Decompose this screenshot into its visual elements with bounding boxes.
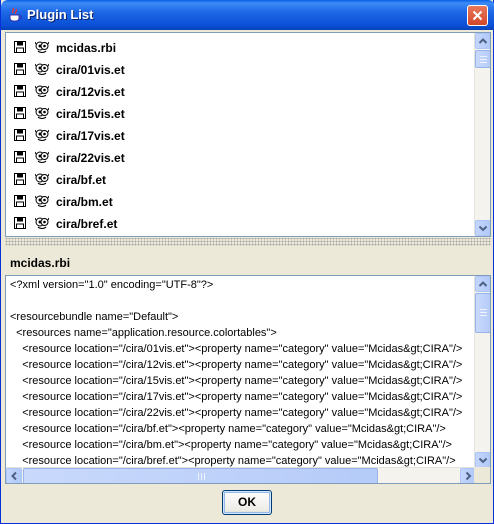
list-item[interactable]: cira/01vis.et (6, 59, 476, 81)
list-item[interactable]: cira/17vis.et (6, 125, 476, 147)
file-content-area[interactable]: <resource location="/cira/bref.et"><prop… (5, 275, 491, 484)
floppy-disk-icon (14, 107, 26, 119)
floppy-disk-icon (14, 85, 26, 97)
list-item[interactable]: mcidas.rbi (6, 37, 476, 59)
code-line: <resourcebundle name="Default"> (10, 311, 179, 323)
chevron-right-icon (465, 471, 472, 481)
split-pane-divider[interactable] (5, 238, 491, 246)
chevron-down-icon (478, 225, 488, 232)
list-item[interactable]: cira/bref.et (6, 213, 476, 235)
floppy-disk-icon (14, 41, 26, 53)
plugin-bug-icon (35, 129, 49, 141)
code-line: <resource location="/cira/17vis.et"><pro… (10, 391, 463, 403)
list-item-label: cira/15vis.et (56, 107, 125, 121)
list-item-label: cira/12vis.et (56, 85, 125, 99)
plugin-bug-icon (35, 217, 49, 229)
list-item[interactable]: cira/bf.et (6, 169, 476, 191)
list-item-label: cira/bf.et (56, 173, 107, 187)
code-line: <resource location="/cira/bf.et"><proper… (10, 423, 446, 435)
list-scroll-thumb[interactable] (475, 50, 490, 68)
scrollbar-corner (474, 467, 490, 483)
list-item-label: mcidas.rbi (56, 41, 117, 55)
close-icon (472, 10, 483, 21)
scroll-left-button[interactable] (6, 468, 22, 483)
plugin-bug-icon (35, 107, 49, 119)
plugin-bug-icon (35, 41, 49, 53)
title-bar[interactable]: Plugin List (1, 0, 494, 30)
scroll-down-button[interactable] (475, 452, 490, 468)
list-item[interactable]: cira/12vis.et (6, 81, 476, 103)
ok-button[interactable]: OK (222, 490, 272, 515)
list-item-label: cira/bm.et (56, 195, 113, 209)
plugin-bug-icon (35, 151, 49, 163)
code-line: <resource location="/cira/15vis.et"><pro… (10, 375, 463, 387)
plugin-bug-icon (35, 195, 49, 207)
scroll-up-button[interactable] (475, 276, 490, 292)
list-item-label: cira/22vis.et (56, 151, 125, 165)
list-item[interactable]: cira/bm.et (6, 191, 476, 213)
plugin-bug-icon (35, 63, 49, 75)
java-cup-icon (9, 7, 22, 22)
floppy-disk-icon (14, 173, 26, 185)
plugin-list[interactable]: mcidas.rbi cira/01vis.et cira/12vis.et cira… (5, 32, 491, 237)
chevron-left-icon (11, 471, 17, 481)
floppy-disk-icon (14, 63, 26, 75)
chevron-up-icon (478, 38, 488, 44)
code-line: <resource location="/cira/bm.et"><proper… (10, 439, 452, 451)
floppy-disk-icon (14, 129, 26, 141)
code-line: <resources name="application.resource.co… (10, 327, 277, 339)
floppy-disk-icon (14, 217, 26, 229)
floppy-disk-icon (14, 151, 26, 163)
code-line: <resource location="/cira/12vis.et"><pro… (10, 359, 463, 371)
list-item-label: cira/17vis.et (56, 129, 125, 143)
list-item-label: cira/bref.et (56, 217, 118, 231)
list-scroll-up-button[interactable] (475, 33, 490, 49)
list-vertical-scrollbar[interactable] (474, 33, 490, 236)
selected-file-label: mcidas.rbi (10, 256, 71, 270)
content-horizontal-scrollbar[interactable] (6, 467, 476, 483)
chevron-down-icon (478, 457, 488, 464)
content-vertical-scrollbar[interactable] (474, 276, 490, 468)
list-item[interactable]: cira/22vis.et (6, 147, 476, 169)
chevron-up-icon (478, 281, 488, 287)
list-scroll-down-button[interactable] (475, 220, 490, 236)
code-line: <resource location="/cira/22vis.et"><pro… (10, 407, 463, 419)
plugin-list-window: Plugin List mcidas.rbi cira/01vis.et cira/… (0, 0, 494, 524)
list-item[interactable]: cira/15vis.et (6, 103, 476, 125)
floppy-disk-icon (14, 195, 26, 207)
plugin-bug-icon (35, 173, 49, 185)
close-button[interactable] (467, 5, 488, 26)
list-item-label: cira/01vis.et (56, 63, 125, 77)
code-line: <resource location="/cira/01vis.et"><pro… (10, 343, 463, 355)
code-line: <?xml version="1.0" encoding="UTF-8"?> (10, 279, 214, 291)
vertical-scroll-thumb[interactable] (475, 293, 490, 333)
horizontal-scroll-thumb[interactable] (23, 468, 378, 483)
window-title: Plugin List (27, 7, 94, 22)
plugin-bug-icon (35, 85, 49, 97)
